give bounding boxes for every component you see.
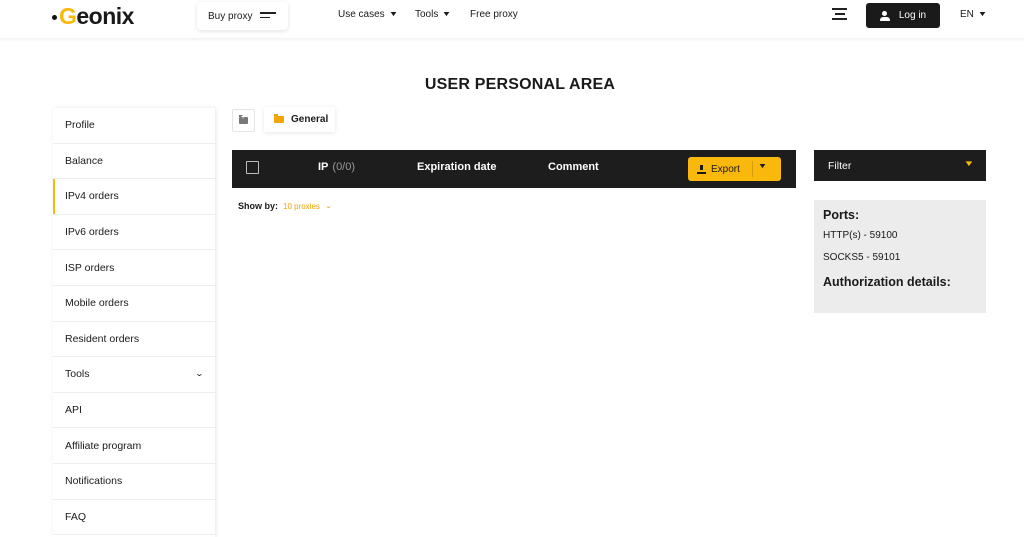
chevron-down-icon: ▼ — [963, 159, 975, 168]
chevron-down-icon: ▼ — [441, 11, 452, 18]
sidebar-item-ipv4-orders[interactable]: IPv4 orders — [53, 179, 215, 215]
sidebar-item-label: Balance — [65, 154, 103, 167]
filter-label: Filter — [828, 159, 852, 172]
sidebar-item-tools[interactable]: Tools ⌄ — [53, 357, 215, 393]
export-divider — [752, 161, 753, 177]
language-selector[interactable]: EN ▼ — [960, 9, 988, 20]
download-icon — [697, 164, 706, 174]
port-http: HTTP(s) - 59100 — [823, 230, 898, 241]
folder-tab-label: General — [291, 114, 329, 125]
geonix-logo[interactable]: G eonix — [52, 3, 134, 29]
sidebar-item-resident-orders[interactable]: Resident orders — [53, 322, 215, 358]
sidebar-item-affiliate-program[interactable]: Affiliate program — [53, 428, 215, 464]
sidebar-item-label: IPv4 orders — [65, 190, 119, 203]
language-label: EN — [960, 9, 974, 20]
sidebar-item-label: ISP orders — [65, 261, 115, 274]
nav-free-proxy-label: Free proxy — [470, 9, 518, 20]
chevron-down-icon[interactable]: ▼ — [758, 163, 768, 170]
login-label: Log in — [898, 10, 927, 21]
column-ip-label: IP — [318, 161, 329, 173]
sidebar-item-isp-orders[interactable]: ISP orders — [53, 250, 215, 286]
nav-tools-label: Tools — [415, 9, 439, 20]
sidebar: Profile Balance IPv4 orders IPv6 orders … — [53, 108, 215, 537]
chevron-down-icon: ▼ — [977, 11, 988, 18]
nav-free-proxy[interactable]: Free proxy — [470, 9, 518, 20]
top-header: G eonix Buy proxy Use cases ▼ Tools ▼ Fr… — [0, 0, 1024, 38]
export-button[interactable]: Export ▼ — [688, 157, 781, 181]
column-comment[interactable]: Comment — [548, 161, 599, 173]
buy-proxy-button[interactable]: Buy proxy — [197, 2, 288, 30]
hamburger-menu-icon[interactable] — [832, 8, 847, 21]
chevron-down-icon: ▼ — [388, 11, 399, 18]
sidebar-item-notifications[interactable]: Notifications — [53, 464, 215, 500]
sidebar-item-api[interactable]: API — [53, 393, 215, 429]
ip-count: (0/0) — [332, 161, 356, 173]
logo-dot — [52, 14, 57, 20]
menu-lines-icon — [260, 12, 276, 20]
ports-panel: Ports: HTTP(s) - 59100 SOCKS5 - 59101 Au… — [814, 200, 986, 313]
authorization-title: Authorization details: — [823, 275, 951, 289]
column-ip[interactable]: IP (0/0) — [318, 161, 355, 173]
sidebar-item-faq[interactable]: FAQ — [53, 500, 215, 536]
sidebar-item-label: FAQ — [65, 510, 87, 523]
ports-title: Ports: — [823, 208, 860, 222]
select-all-checkbox[interactable] — [246, 161, 259, 174]
logo-g: G — [59, 2, 77, 29]
folder-tab-general[interactable]: General — [264, 107, 335, 132]
show-by-label: Show by: — [238, 201, 278, 211]
orders-table-header: IP (0/0) Expiration date Comment Export ▼ — [232, 150, 796, 188]
sidebar-item-ipv6-orders[interactable]: IPv6 orders — [53, 215, 215, 251]
sidebar-item-mobile-orders[interactable]: Mobile orders — [53, 286, 215, 322]
nav-tools[interactable]: Tools ▼ — [415, 9, 452, 20]
nav-use-cases[interactable]: Use cases ▼ — [338, 9, 399, 20]
sidebar-item-label: Mobile orders — [65, 297, 129, 310]
sidebar-item-label: Tools — [65, 368, 90, 381]
page-title: USER PERSONAL AREA — [424, 76, 616, 93]
sidebar-item-profile[interactable]: Profile — [53, 108, 215, 144]
add-folder-icon — [239, 114, 248, 124]
sidebar-item-label: Notifications — [65, 475, 123, 488]
sidebar-item-label: Affiliate program — [65, 439, 142, 452]
user-icon — [879, 10, 890, 21]
login-button[interactable]: Log in — [866, 3, 940, 28]
sidebar-item-balance[interactable]: Balance — [53, 144, 215, 180]
sidebar-item-label: Resident orders — [65, 332, 140, 345]
chevron-down-icon[interactable]: ⌄ — [325, 203, 332, 210]
show-by-select[interactable]: 10 proxies — [283, 202, 320, 211]
export-label: Export — [711, 163, 740, 175]
add-folder-button[interactable] — [232, 109, 255, 132]
show-by-control: Show by: 10 proxies ⌄ — [238, 201, 332, 211]
nav-use-cases-label: Use cases — [338, 9, 385, 20]
logo-text: eonix — [76, 2, 134, 29]
port-socks: SOCKS5 - 59101 — [823, 252, 901, 263]
sidebar-item-label: IPv6 orders — [65, 226, 119, 239]
column-expiration-date[interactable]: Expiration date — [417, 161, 496, 173]
buy-proxy-label: Buy proxy — [208, 10, 253, 22]
folder-icon — [274, 114, 284, 123]
filter-dropdown[interactable]: Filter ▼ — [814, 150, 986, 181]
sidebar-item-label: Profile — [65, 119, 95, 132]
sidebar-item-label: API — [65, 404, 82, 417]
chevron-down-icon: ⌄ — [194, 369, 205, 379]
